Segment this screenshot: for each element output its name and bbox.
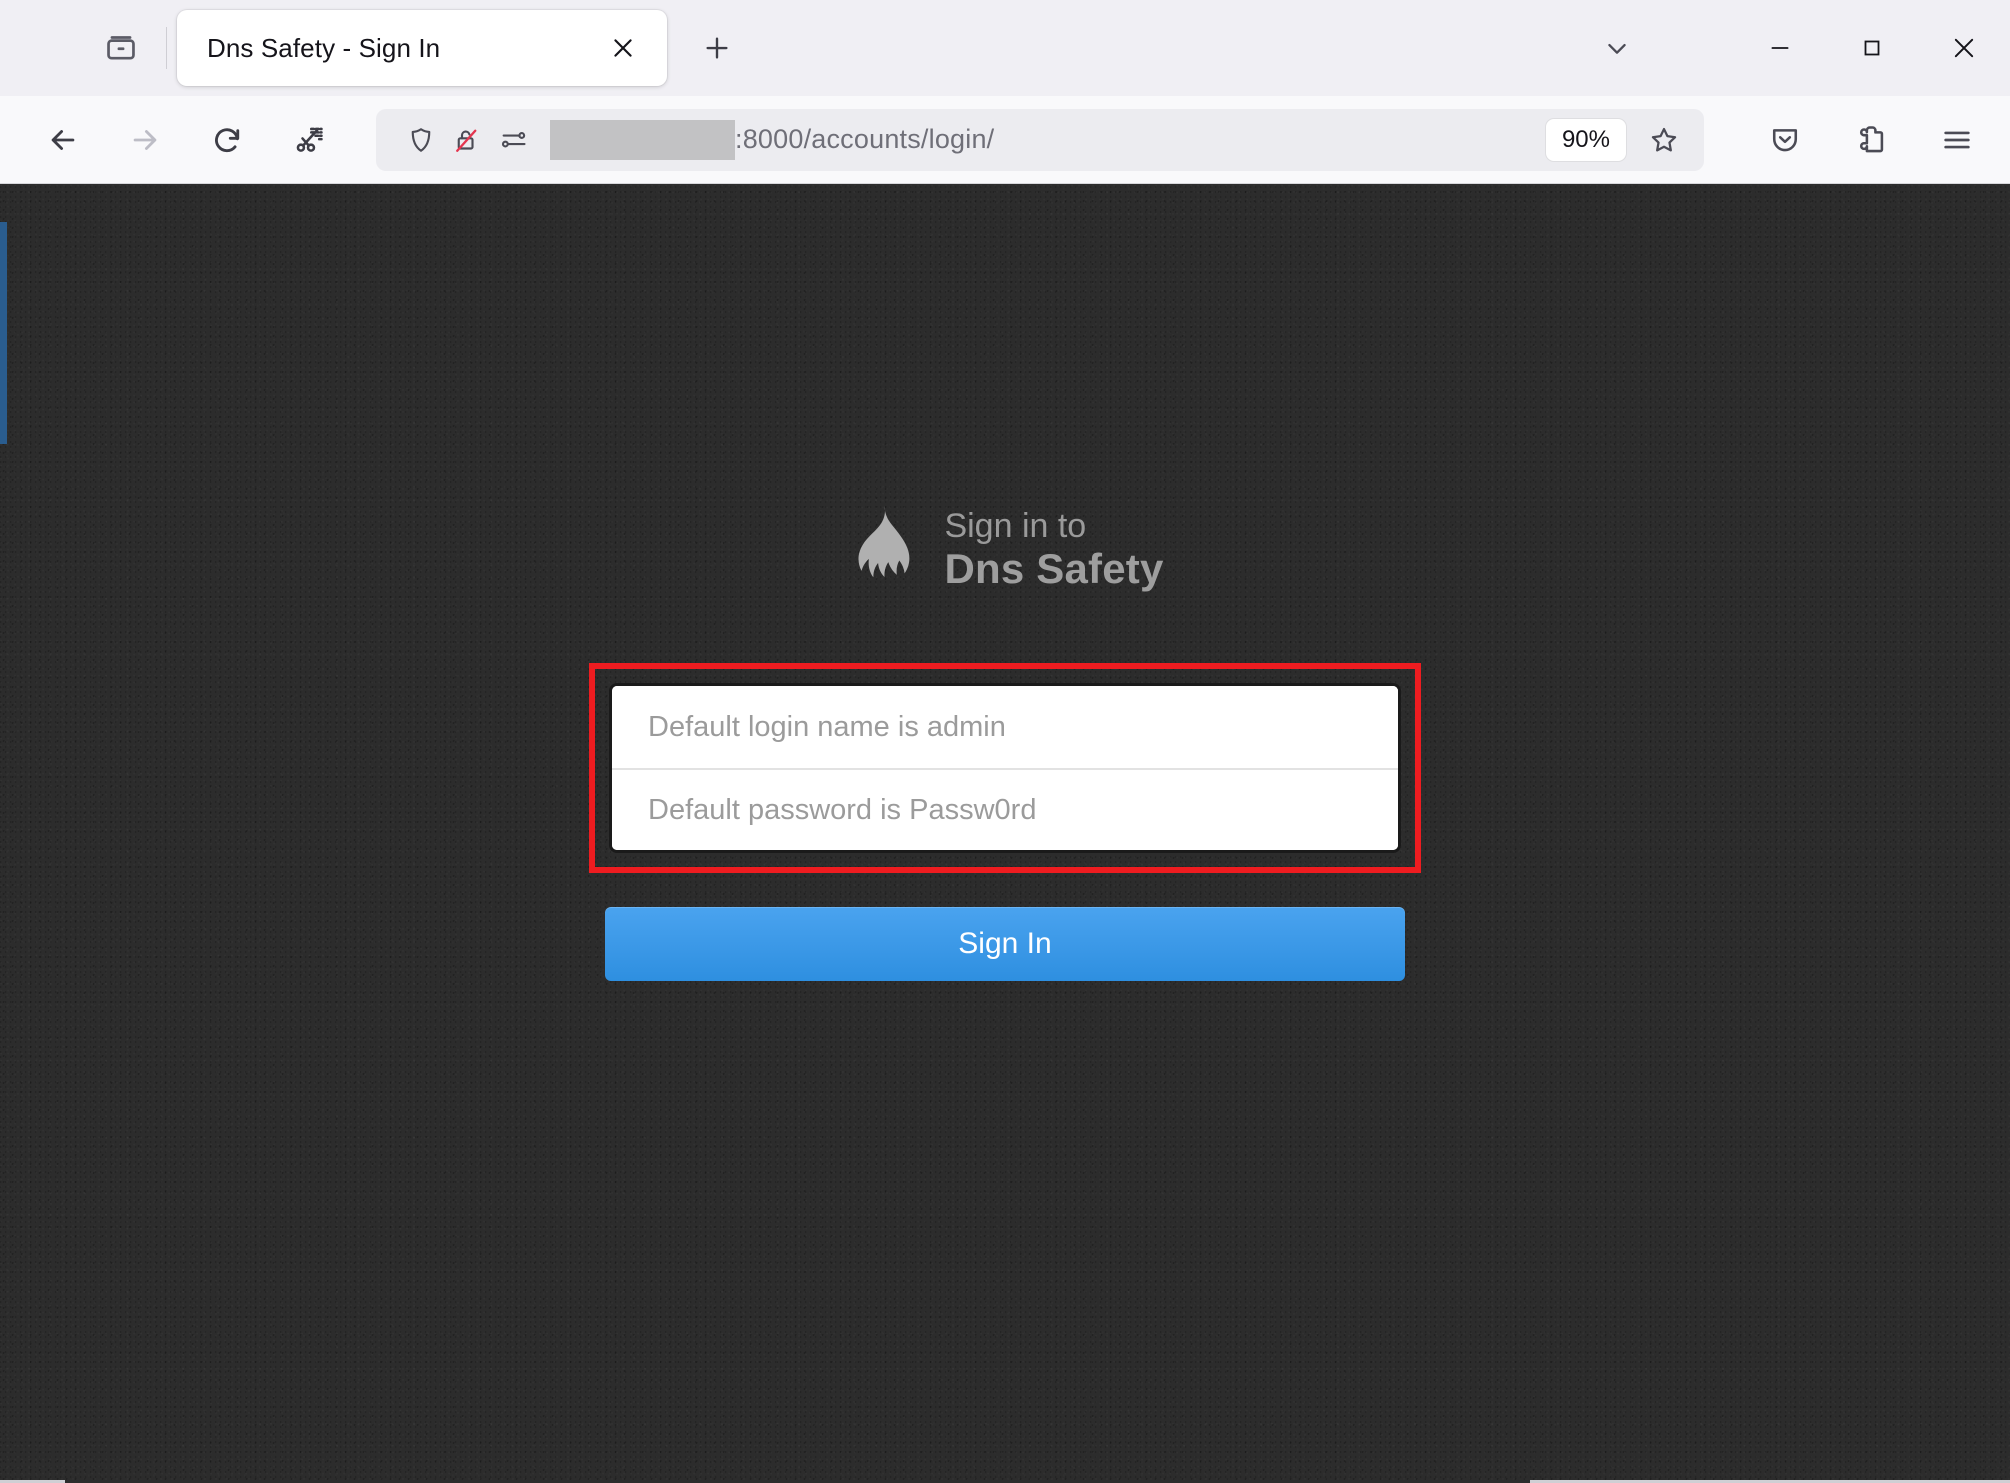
shield-icon[interactable]	[398, 117, 444, 163]
pocket-icon[interactable]	[1754, 109, 1816, 171]
tab-strip: Dns Safety - Sign In	[0, 0, 2010, 96]
credentials-fieldset	[609, 683, 1401, 853]
page-content: Sign in to Dns Safety Sign In	[0, 184, 2010, 1483]
firefox-view-icon[interactable]	[90, 17, 152, 79]
extensions-puzzle-icon[interactable]	[1840, 109, 1902, 171]
insecure-connection-icon[interactable]	[444, 117, 490, 163]
chevron-down-icon[interactable]	[1586, 17, 1648, 79]
window-controls	[1586, 0, 2010, 96]
address-bar[interactable]: :8000/accounts/login/ 90%	[376, 109, 1704, 171]
reload-icon[interactable]	[196, 109, 258, 171]
back-icon[interactable]	[32, 109, 94, 171]
url-path-text: :8000/accounts/login/	[735, 124, 994, 155]
site-permissions-icon[interactable]	[490, 117, 536, 163]
brand-text: Sign in to Dns Safety	[944, 507, 1163, 592]
navigation-toolbar: :8000/accounts/login/ 90%	[0, 96, 2010, 184]
new-tab-icon[interactable]	[689, 20, 745, 76]
username-input[interactable]	[648, 711, 1362, 744]
hamburger-menu-icon[interactable]	[1926, 109, 1988, 171]
tab-dns-safety-sign-in[interactable]: Dns Safety - Sign In	[177, 10, 667, 86]
close-icon[interactable]	[601, 26, 645, 70]
zoom-level-badge[interactable]: 90%	[1546, 119, 1626, 161]
redacted-host	[550, 120, 735, 160]
sign-in-button[interactable]: Sign In	[605, 907, 1405, 981]
browser-window: Dns Safety - Sign In	[0, 0, 2010, 1483]
address-bar-value[interactable]: :8000/accounts/login/	[550, 120, 1546, 160]
tab-strip-separator	[166, 27, 167, 69]
brand-header: Sign in to Dns Safety	[846, 506, 1163, 593]
screenshot-icon[interactable]	[278, 109, 340, 171]
close-window-button[interactable]	[1918, 0, 2010, 96]
tab-title: Dns Safety - Sign In	[207, 33, 601, 64]
app-name-label: Dns Safety	[944, 545, 1163, 592]
password-input[interactable]	[648, 794, 1362, 827]
flame-logo-icon	[846, 506, 916, 593]
toolbar-right-actions	[1754, 109, 1988, 171]
login-panel: Sign in to Dns Safety Sign In	[0, 506, 2010, 981]
sign-in-to-label: Sign in to	[944, 507, 1163, 545]
annotation-rectangle	[589, 663, 1421, 873]
left-edge-indicator	[0, 222, 7, 444]
minimize-button[interactable]	[1734, 0, 1826, 96]
forward-icon[interactable]	[114, 109, 176, 171]
bookmark-star-icon[interactable]	[1636, 112, 1692, 168]
maximize-button[interactable]	[1826, 0, 1918, 96]
password-field-row[interactable]	[612, 768, 1398, 850]
username-field-row[interactable]	[612, 686, 1398, 768]
